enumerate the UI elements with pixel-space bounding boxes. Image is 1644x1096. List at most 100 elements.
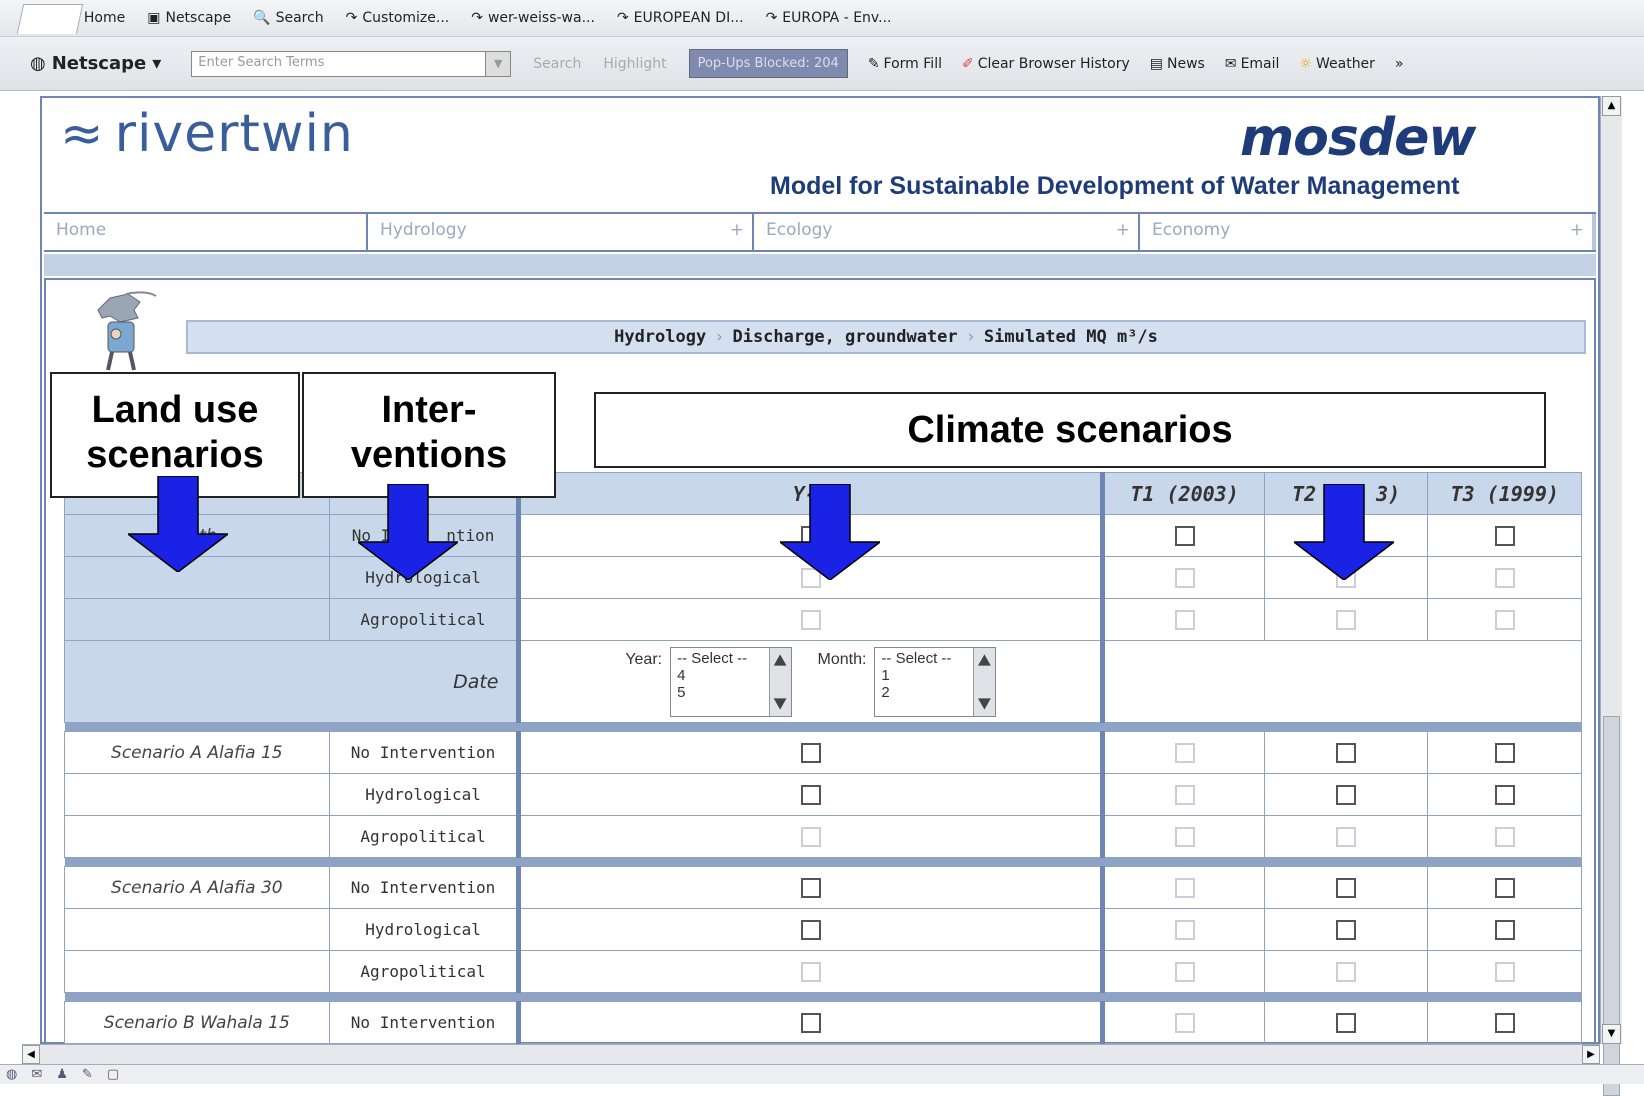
window-icon[interactable]: ▢: [107, 1067, 119, 1082]
checkbox[interactable]: [1336, 1012, 1357, 1033]
email-button[interactable]: ✉ Email: [1225, 56, 1280, 72]
bookmarks-toolbar: ⌂Home ▣Netscape 🔍Search ↷Customize... ↷w…: [0, 0, 1644, 37]
cell-yb: [516, 866, 1104, 909]
date-label: Date: [63, 640, 520, 723]
breadcrumb-separator: ›: [965, 327, 976, 347]
highlight-button[interactable]: Highlight: [603, 56, 666, 72]
hiker-icon: [97, 291, 157, 371]
horizontal-scrollbar[interactable]: ◀ ▶: [22, 1044, 1600, 1064]
down-arrow-icon: [1294, 484, 1394, 580]
search-dropdown[interactable]: ▼: [485, 50, 512, 77]
vertical-scrollbar[interactable]: ▲ ▼: [1600, 96, 1622, 1096]
cell-t3: [1427, 514, 1582, 557]
cell-t3: [1427, 731, 1582, 774]
news-button[interactable]: ▤ News: [1150, 56, 1205, 72]
checkbox[interactable]: [800, 919, 821, 940]
breadcrumb-discharge[interactable]: Discharge, groundwater: [732, 327, 957, 347]
bookmark-search[interactable]: 🔍 Search: [253, 10, 324, 26]
bookmark-european[interactable]: ↷ EUROPEAN DI...: [617, 10, 744, 26]
mail-icon[interactable]: ✉: [31, 1067, 42, 1082]
checkbox-disabled: [1494, 961, 1515, 982]
search-button[interactable]: Search: [533, 56, 581, 72]
scroll-right-icon[interactable]: ▶: [1582, 1045, 1600, 1064]
checkbox[interactable]: [1494, 784, 1515, 805]
checkbox[interactable]: [1174, 525, 1195, 546]
bookmark-netscape[interactable]: ▣ Netscape: [147, 10, 231, 26]
mosdew-logo: mosdew: [1240, 108, 1476, 168]
scroll-down-icon[interactable]: ▼: [1602, 1024, 1621, 1044]
bookmark-customize[interactable]: ↷ Customize...: [346, 10, 450, 26]
cell-yb: [516, 950, 1104, 993]
main-nav: Home Hydrology + Ecology + Economy +: [44, 212, 1596, 252]
checkbox[interactable]: [1336, 742, 1357, 763]
form-fill-button[interactable]: ✎ Form Fill: [868, 56, 942, 72]
site-subtitle: Model for Sustainable Development of Wat…: [770, 172, 1460, 200]
checkbox[interactable]: [800, 742, 821, 763]
scroll-up-icon[interactable]: [773, 654, 787, 666]
cell-t1: [1100, 950, 1265, 993]
weather-button[interactable]: ☼ Weather: [1299, 56, 1375, 72]
rivertwin-logo[interactable]: ≈ rivertwin: [60, 104, 354, 164]
checkbox-disabled: [1174, 609, 1195, 630]
cell-t2: [1263, 950, 1429, 993]
checkbox[interactable]: [1494, 742, 1515, 763]
globe-icon: ◍: [6, 1067, 18, 1082]
nav-economy[interactable]: Economy +: [1140, 214, 1592, 250]
breadcrumb-hydrology[interactable]: Hydrology: [614, 327, 706, 347]
scroll-down-icon[interactable]: [978, 698, 991, 710]
bookmark-icon: ↷: [765, 10, 778, 26]
checkbox[interactable]: [1494, 1012, 1515, 1033]
cell-t1: [1100, 815, 1265, 858]
scroll-up-icon[interactable]: [978, 654, 991, 666]
nav-ecology[interactable]: Ecology +: [754, 214, 1140, 250]
checkbox[interactable]: [1494, 919, 1515, 940]
down-arrow-icon: [780, 484, 880, 580]
search-input[interactable]: Enter Search Terms ▼: [191, 50, 512, 77]
checkbox[interactable]: [800, 877, 821, 898]
table-row: Agropolitical: [64, 815, 1582, 858]
checkbox-disabled: [800, 609, 821, 630]
clear-history-button[interactable]: ✐ Clear Browser History: [962, 56, 1130, 72]
down-arrow-icon: [358, 484, 458, 580]
breadcrumb: Hydrology › Discharge, groundwater › Simulat…: [186, 320, 1586, 354]
bookmark-europa[interactable]: ↷ EUROPA - Env...: [766, 10, 892, 26]
cell-yb: [516, 908, 1104, 951]
eraser-icon: ✐: [961, 55, 974, 72]
checkbox[interactable]: [1336, 877, 1357, 898]
checkbox[interactable]: [1494, 877, 1515, 898]
cell-t3: [1427, 773, 1582, 816]
intervention-cell: Agropolitical: [328, 815, 520, 858]
checkbox[interactable]: [1494, 525, 1515, 546]
bookmark-wer-weiss[interactable]: ↷ wer-weiss-wa...: [471, 10, 595, 26]
checkbox[interactable]: [800, 1012, 821, 1033]
date-controls: Year: -- Select -- 4 5 Month: -- Select …: [516, 640, 1104, 723]
landuse-cell: [64, 908, 330, 951]
nav-hydrology[interactable]: Hydrology +: [368, 214, 754, 250]
more-chevron[interactable]: »: [1395, 56, 1404, 72]
scroll-left-icon[interactable]: ◀: [22, 1045, 40, 1064]
people-icon[interactable]: ♟: [56, 1067, 68, 1082]
cell-t1: [1100, 598, 1265, 641]
scroll-down-icon[interactable]: [773, 698, 787, 710]
cell-t2: [1263, 908, 1429, 951]
interventions-label: Inter-ventions: [302, 372, 556, 498]
popups-blocked-badge[interactable]: Pop-Ups Blocked: 204: [688, 49, 848, 78]
checkbox[interactable]: [1336, 784, 1357, 805]
cell-t1: [1100, 556, 1265, 599]
nav-home[interactable]: Home: [44, 214, 368, 250]
checkbox[interactable]: [800, 784, 821, 805]
climate-scenarios-label: Climate scenarios: [594, 392, 1546, 468]
month-scrollbar[interactable]: [973, 648, 996, 716]
netscape-icon: ▣: [147, 10, 161, 26]
checkbox[interactable]: [1336, 919, 1357, 940]
news-icon: ▤: [1149, 55, 1163, 72]
tab-shape[interactable]: [16, 4, 84, 34]
year-scrollbar[interactable]: [769, 648, 792, 716]
netscape-globe-icon: ◍: [30, 53, 46, 74]
netscape-menu[interactable]: ◍ Netscape ▾: [30, 53, 161, 74]
bookmark-icon: ↷: [471, 10, 483, 26]
scroll-up-icon[interactable]: ▲: [1602, 96, 1621, 116]
composer-icon[interactable]: ✎: [82, 1067, 93, 1082]
year-select[interactable]: -- Select -- 4 5: [670, 647, 793, 717]
month-select[interactable]: -- Select -- 1 2: [874, 647, 997, 717]
